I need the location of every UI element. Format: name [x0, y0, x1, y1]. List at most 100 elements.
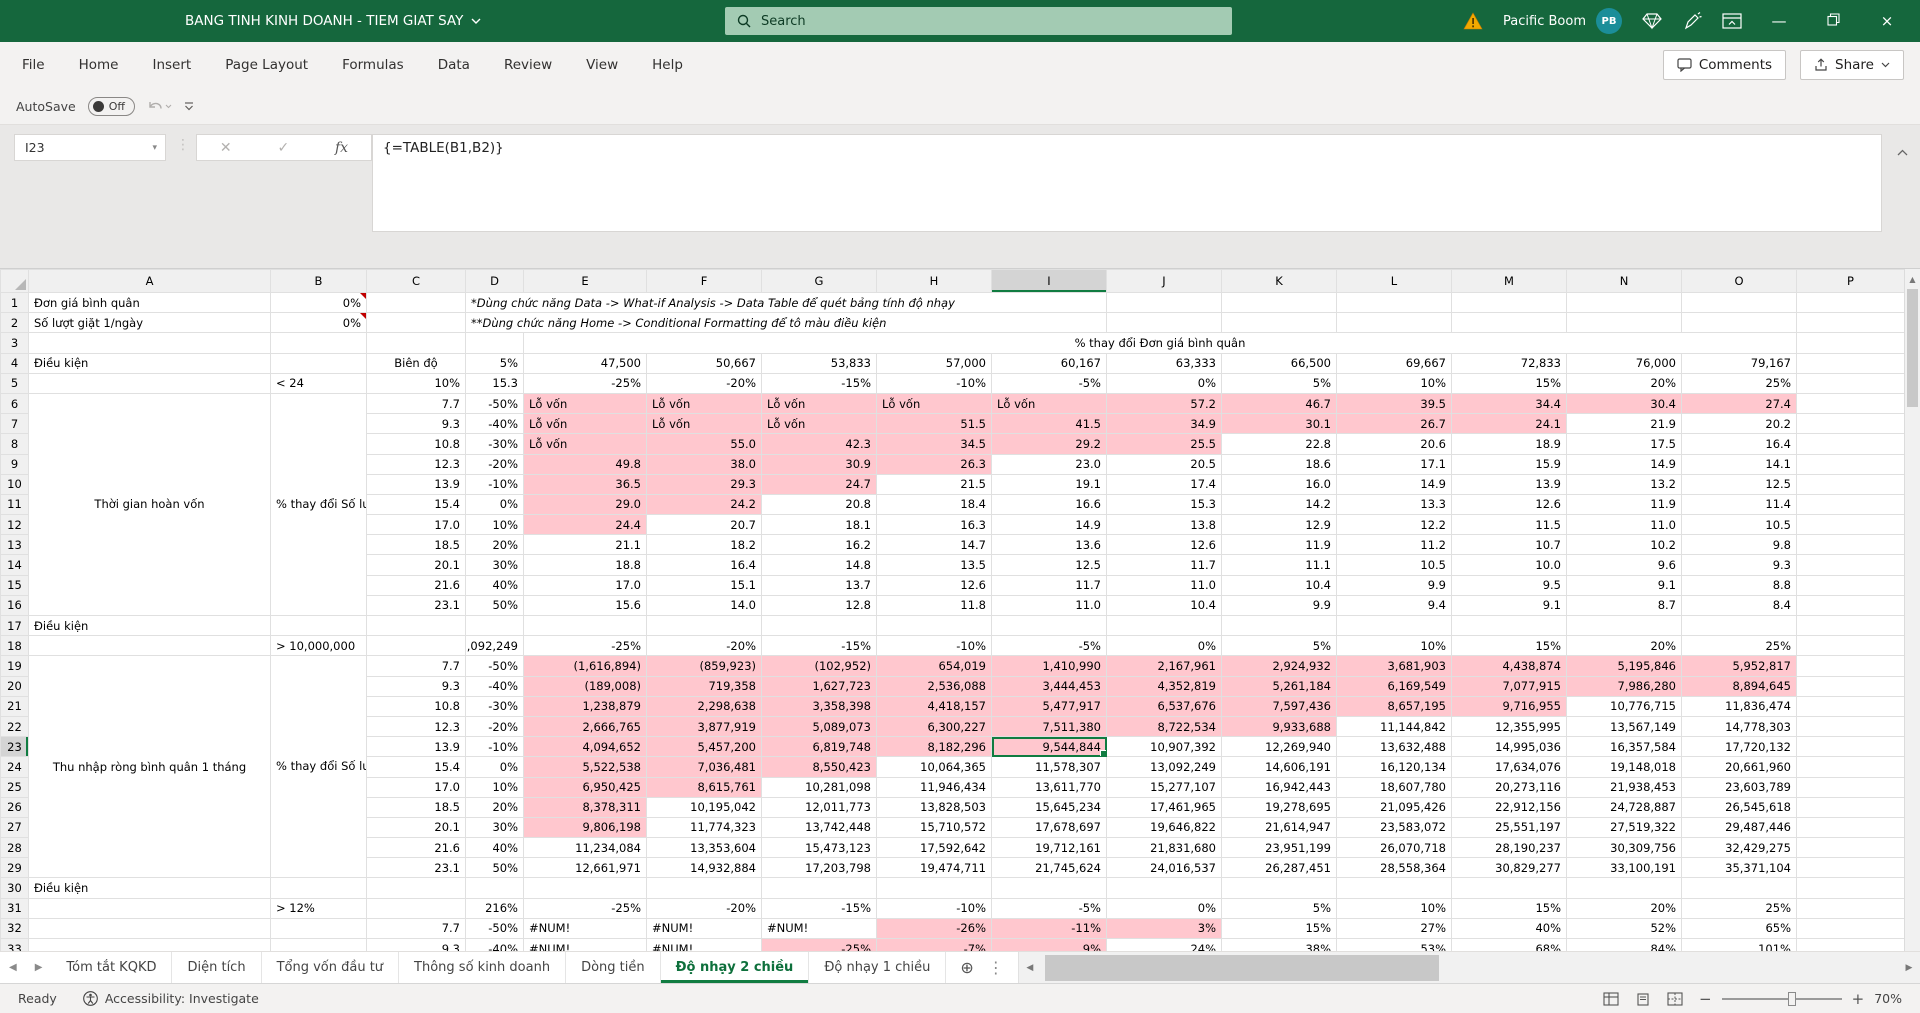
- cell-F12[interactable]: 20.7: [646, 514, 762, 536]
- cell-G20[interactable]: 1,627,723: [761, 675, 877, 697]
- cell-E17[interactable]: [523, 614, 647, 637]
- avatar[interactable]: PB: [1596, 8, 1622, 34]
- cell-C12[interactable]: 17.0: [366, 514, 466, 536]
- column-header-D[interactable]: D: [465, 269, 524, 293]
- cell-C2[interactable]: [366, 312, 466, 334]
- cell-B30[interactable]: [270, 877, 367, 899]
- cell-H30[interactable]: [876, 877, 992, 899]
- cell-A18[interactable]: [28, 635, 271, 657]
- cell-H26[interactable]: 13,828,503: [876, 796, 992, 818]
- cell-N8[interactable]: 17.5: [1566, 433, 1682, 455]
- ribbon-tab-help[interactable]: Help: [652, 57, 683, 73]
- cell-P29[interactable]: [1796, 857, 1905, 879]
- cell-G15[interactable]: 13.7: [761, 574, 877, 596]
- column-header-G[interactable]: G: [761, 269, 877, 293]
- cell-C7[interactable]: 9.3: [366, 413, 466, 435]
- cell-N10[interactable]: 13.2: [1566, 473, 1682, 495]
- cell-N17[interactable]: [1566, 614, 1682, 637]
- cell-L33[interactable]: 53%: [1336, 937, 1452, 951]
- zoom-in-button[interactable]: +: [1852, 990, 1865, 1008]
- row-header-12[interactable]: 12: [0, 514, 29, 536]
- cell-K2[interactable]: [1221, 312, 1337, 334]
- cell-P1[interactable]: [1796, 291, 1905, 314]
- cell-C5[interactable]: 10%: [366, 372, 466, 394]
- cell-D19[interactable]: -50%: [465, 655, 524, 677]
- cell-K10[interactable]: 16.0: [1221, 473, 1337, 495]
- cell-C6[interactable]: 7.7: [366, 392, 466, 415]
- cell-I7[interactable]: 41.5: [991, 413, 1107, 435]
- cell-I11[interactable]: 16.6: [991, 493, 1107, 516]
- cell-N25[interactable]: 21,938,453: [1566, 776, 1682, 798]
- cell-O24[interactable]: 20,661,960: [1681, 756, 1797, 778]
- sheet-tab-dòng-tiền[interactable]: Dòng tiền: [566, 952, 661, 983]
- page-break-view-icon[interactable]: [1667, 991, 1683, 1006]
- cell-L30[interactable]: [1336, 877, 1452, 899]
- cell-J26[interactable]: 17,461,965: [1106, 796, 1222, 818]
- cell-K13[interactable]: 11.9: [1221, 534, 1337, 556]
- autosave-toggle[interactable]: Off: [87, 96, 135, 116]
- cell-L10[interactable]: 14.9: [1336, 473, 1452, 495]
- cell-J20[interactable]: 4,352,819: [1106, 675, 1222, 697]
- cell-M9[interactable]: 15.9: [1451, 453, 1567, 475]
- row-header-1[interactable]: 1: [0, 291, 29, 314]
- cell-M27[interactable]: 25,551,197: [1451, 816, 1567, 839]
- cell-N6[interactable]: 30.4: [1566, 392, 1682, 415]
- row-header-28[interactable]: 28: [0, 837, 29, 859]
- cell-E12[interactable]: 24.4: [523, 514, 647, 536]
- cell-H31[interactable]: -10%: [876, 897, 992, 919]
- cell-E15[interactable]: 17.0: [523, 574, 647, 596]
- row-header-18[interactable]: 18: [0, 635, 29, 657]
- cell-E26[interactable]: 8,378,311: [523, 796, 647, 818]
- cell-I5[interactable]: -5%: [991, 372, 1107, 394]
- cell-K31[interactable]: 5%: [1221, 897, 1337, 919]
- cell-M12[interactable]: 11.5: [1451, 514, 1567, 536]
- cell-L14[interactable]: 10.5: [1336, 554, 1452, 576]
- cell-C4[interactable]: Biên độ: [366, 352, 466, 374]
- cell-I16[interactable]: 11.0: [991, 594, 1107, 617]
- cell-E31[interactable]: -25%: [523, 897, 647, 919]
- row-header-4[interactable]: 4: [0, 352, 29, 374]
- cell-O20[interactable]: 8,894,645: [1681, 675, 1797, 697]
- column-header-I[interactable]: I: [991, 269, 1107, 293]
- cell-M31[interactable]: 15%: [1451, 897, 1567, 919]
- cell-I17[interactable]: [991, 614, 1107, 637]
- cell-M7[interactable]: 24.1: [1451, 413, 1567, 435]
- cell-P13[interactable]: [1796, 534, 1905, 556]
- cell-M4[interactable]: 72,833: [1451, 352, 1567, 374]
- cell-L31[interactable]: 10%: [1336, 897, 1452, 919]
- row-header-6[interactable]: 6: [0, 392, 29, 415]
- cell-I22[interactable]: 7,511,380: [991, 715, 1107, 738]
- cell-F30[interactable]: [646, 877, 762, 899]
- cell-C18[interactable]: [366, 635, 466, 657]
- cell-N2[interactable]: [1566, 312, 1682, 334]
- cell-F28[interactable]: 13,353,604: [646, 837, 762, 859]
- cell-D21[interactable]: -30%: [465, 695, 524, 717]
- cell-K12[interactable]: 12.9: [1221, 514, 1337, 536]
- cell-L26[interactable]: 21,095,426: [1336, 796, 1452, 818]
- cell-O19[interactable]: 5,952,817: [1681, 655, 1797, 677]
- cell-H32[interactable]: -26%: [876, 917, 992, 940]
- cell-J1[interactable]: [1106, 291, 1222, 314]
- cell-K6[interactable]: 46.7: [1221, 392, 1337, 415]
- cell-K32[interactable]: 15%: [1221, 917, 1337, 940]
- cell-J27[interactable]: 19,646,822: [1106, 816, 1222, 839]
- cell-C33[interactable]: 9.3: [366, 937, 466, 951]
- cell-D16[interactable]: 50%: [465, 594, 524, 617]
- cell-N20[interactable]: 7,986,280: [1566, 675, 1682, 697]
- cell-K27[interactable]: 21,614,947: [1221, 816, 1337, 839]
- cell-C29[interactable]: 23.1: [366, 857, 466, 879]
- cell-O22[interactable]: 14,778,303: [1681, 715, 1797, 738]
- cell-G32[interactable]: #NUM!: [761, 917, 877, 940]
- cell-K9[interactable]: 18.6: [1221, 453, 1337, 475]
- cell-O7[interactable]: 20.2: [1681, 413, 1797, 435]
- cell-C28[interactable]: 21.6: [366, 837, 466, 859]
- cell-F13[interactable]: 18.2: [646, 534, 762, 556]
- cell-B33[interactable]: [270, 937, 367, 951]
- comments-button[interactable]: Comments: [1662, 50, 1787, 80]
- cell-G25[interactable]: 10,281,098: [761, 776, 877, 798]
- cell-D3[interactable]: [465, 332, 524, 354]
- cell-C10[interactable]: 13.9: [366, 473, 466, 495]
- cell-D11[interactable]: 0%: [465, 493, 524, 516]
- cell-P15[interactable]: [1796, 574, 1905, 596]
- cell-M13[interactable]: 10.7: [1451, 534, 1567, 556]
